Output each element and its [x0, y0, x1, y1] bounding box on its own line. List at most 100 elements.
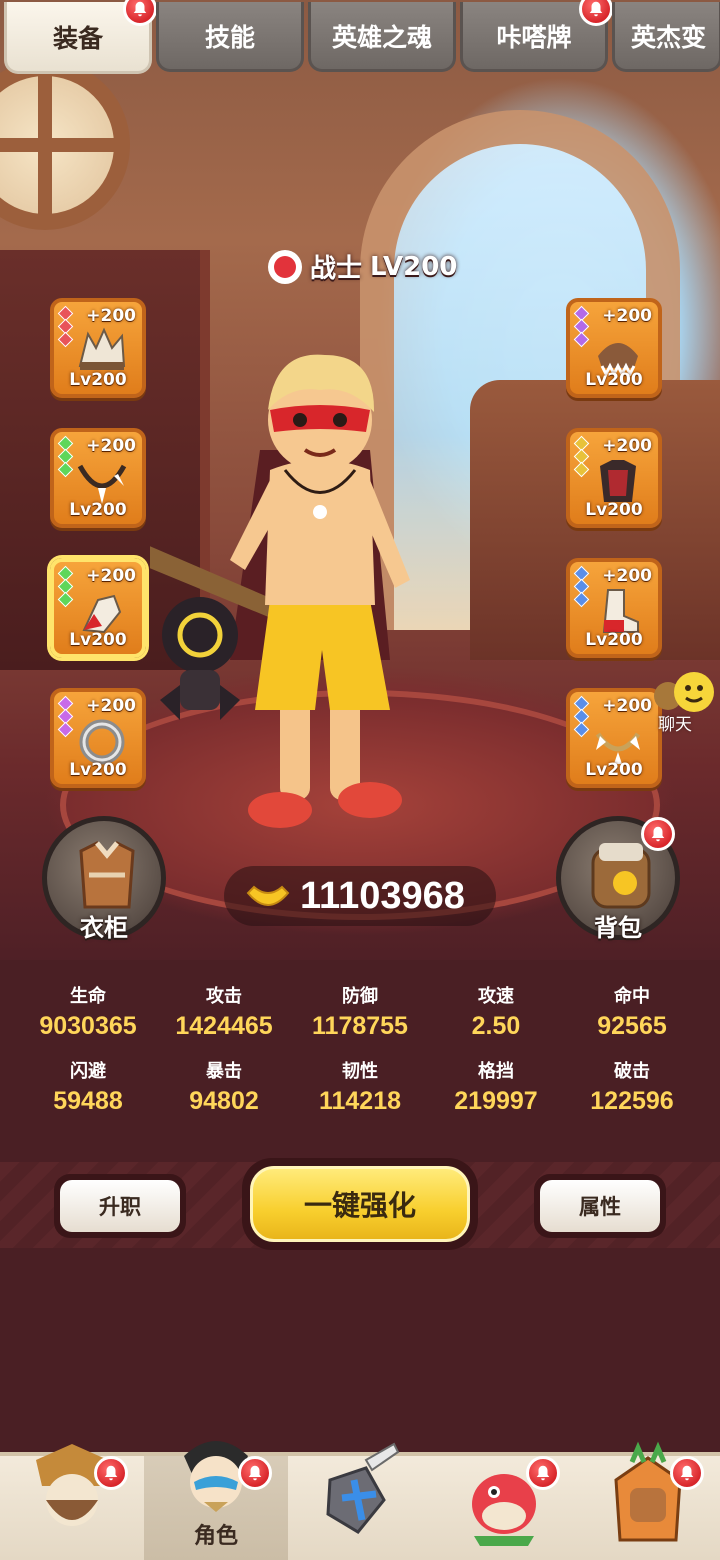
- notification-bell-icon: [123, 0, 157, 26]
- equip-slot-glove[interactable]: +200 Lv200: [50, 558, 146, 658]
- tab-skills[interactable]: 技能: [156, 2, 304, 72]
- horn-helmet-icon: [598, 343, 638, 376]
- item-level: Lv200: [69, 500, 127, 520]
- bottom-nav: 角色: [0, 1441, 720, 1560]
- stat-dodge: 闪避 59488: [20, 1057, 156, 1116]
- warrior-class-icon: [268, 249, 302, 284]
- tab-label: 技能: [204, 22, 255, 52]
- vest-icon: [79, 841, 135, 909]
- tab-hero-soul[interactable]: 英雄之魂: [308, 2, 456, 72]
- enhance-level: +200: [86, 306, 136, 326]
- stat-hp: 生命 9030365: [20, 982, 156, 1041]
- skull-crown-icon: [78, 327, 126, 370]
- nav-character[interactable]: 角色: [144, 1441, 288, 1560]
- equip-slot-bracelet[interactable]: +200 Lv200: [566, 688, 662, 788]
- stat-name: 破击: [614, 1061, 650, 1082]
- stat-attack-speed: 攻速 2.50: [428, 982, 564, 1041]
- enhance-level: +200: [602, 436, 652, 456]
- tab-label: 装备: [52, 23, 103, 53]
- attributes-button[interactable]: 属性: [534, 1174, 666, 1238]
- fang-necklace-icon: [77, 464, 127, 504]
- tab-card[interactable]: 咔嗒牌: [460, 0, 613, 72]
- stat-block: 格挡 219997: [428, 1057, 564, 1116]
- tab-label: 英杰变: [631, 22, 707, 52]
- stat-accuracy: 命中 92565: [564, 982, 700, 1041]
- enhance-level: +200: [602, 306, 652, 326]
- stat-name: 攻速: [478, 986, 514, 1007]
- equip-slot-ring[interactable]: +200 Lv200: [50, 688, 146, 788]
- nav-caveman[interactable]: [0, 1444, 144, 1560]
- equip-slot-necklace[interactable]: +200 Lv200: [50, 428, 146, 528]
- stat-name: 韧性: [342, 1061, 378, 1082]
- item-level: Lv200: [69, 760, 127, 780]
- stat-defense: 防御 1178755: [292, 982, 428, 1041]
- stat-value: 92565: [597, 1012, 667, 1040]
- nav-battle[interactable]: [288, 1442, 432, 1560]
- item-level: Lv200: [69, 630, 127, 650]
- backpack-button[interactable]: 背包: [556, 816, 680, 942]
- hero-stats-grid: 生命 9030365 攻击 1424465 防御 1178755 攻速 2.50 命中 9…: [20, 982, 700, 1116]
- equip-slot-armor[interactable]: +200 Lv200: [566, 428, 662, 528]
- bone-glove-icon: [82, 594, 122, 634]
- nav-tribe[interactable]: [576, 1441, 720, 1560]
- backpack-label: 背包: [594, 914, 642, 942]
- notification-bell-icon: [670, 1456, 704, 1490]
- item-level: Lv200: [585, 370, 643, 390]
- equip-slot-headgear[interactable]: +200 Lv200: [566, 298, 662, 398]
- stat-value: 1424465: [175, 1012, 273, 1040]
- stat-value: 94802: [189, 1087, 259, 1115]
- stat-value: 122596: [590, 1087, 674, 1115]
- stat-value: 9030365: [39, 1012, 137, 1040]
- tab-hero-transform[interactable]: 英杰变: [612, 2, 720, 72]
- stat-value: 2.50: [471, 1012, 521, 1040]
- stat-value: 1178755: [312, 1012, 408, 1040]
- notification-bell-icon: [94, 1456, 128, 1490]
- hero-class-level: 战士 LV200: [268, 248, 457, 285]
- enhance-level: +200: [86, 696, 136, 716]
- stat-crit: 暴击 94802: [156, 1057, 292, 1116]
- stat-value: 114218: [318, 1087, 402, 1115]
- wardrobe-label: 衣柜: [80, 914, 128, 942]
- notification-bell-icon: [238, 1456, 272, 1490]
- stat-name: 命中: [614, 986, 650, 1007]
- ring-icon: [79, 719, 125, 765]
- tab-label: 咔嗒牌: [496, 22, 572, 52]
- promote-button[interactable]: 升职: [54, 1174, 186, 1238]
- notification-bell-icon: [641, 817, 675, 851]
- stat-name: 防御: [342, 986, 378, 1007]
- enhance-all-button[interactable]: 一键强化: [242, 1158, 478, 1250]
- stat-pierce: 破击 122596: [564, 1057, 700, 1116]
- promote-label: 升职: [60, 1180, 180, 1232]
- hero-level: LV200: [370, 251, 458, 282]
- wardrobe-button[interactable]: 衣柜: [42, 816, 166, 942]
- gold-amount: 11103968: [300, 874, 465, 917]
- enhance-level: +200: [602, 696, 652, 716]
- stat-name: 闪避: [70, 1061, 106, 1082]
- nav-pet[interactable]: [432, 1456, 576, 1560]
- equip-slot-boots[interactable]: +200 Lv200: [566, 558, 662, 658]
- enhance-all-label: 一键强化: [250, 1166, 470, 1242]
- stat-name: 攻击: [206, 986, 242, 1007]
- stat-name: 格挡: [478, 1061, 514, 1082]
- round-window: [0, 60, 130, 230]
- item-level: Lv200: [585, 500, 643, 520]
- enhance-level: +200: [86, 566, 136, 586]
- item-level: Lv200: [585, 630, 643, 650]
- tab-equipment[interactable]: 装备: [4, 0, 157, 74]
- chat-button[interactable]: 聊天: [650, 668, 720, 738]
- stat-toughness: 韧性 114218: [292, 1057, 428, 1116]
- hero-class-name: 战士: [310, 254, 363, 284]
- enhance-level: +200: [602, 566, 652, 586]
- notification-bell-icon: [579, 0, 613, 26]
- stat-attack: 攻击 1424465: [156, 982, 292, 1041]
- top-tab-bar: 装备 技能 英雄之魂 咔嗒牌 英杰变: [0, 0, 720, 76]
- notification-bell-icon: [526, 1456, 560, 1490]
- equip-slot-helmet[interactable]: +200 Lv200: [50, 298, 146, 398]
- nav-label: 角色: [193, 1524, 238, 1549]
- boot-icon: [602, 589, 639, 633]
- chat-label: 聊天: [658, 715, 692, 735]
- stat-value: 219997: [454, 1087, 538, 1115]
- sword-shield-icon: [326, 1442, 400, 1534]
- tab-label: 英雄之魂: [331, 22, 432, 52]
- pet-companion: [160, 597, 240, 720]
